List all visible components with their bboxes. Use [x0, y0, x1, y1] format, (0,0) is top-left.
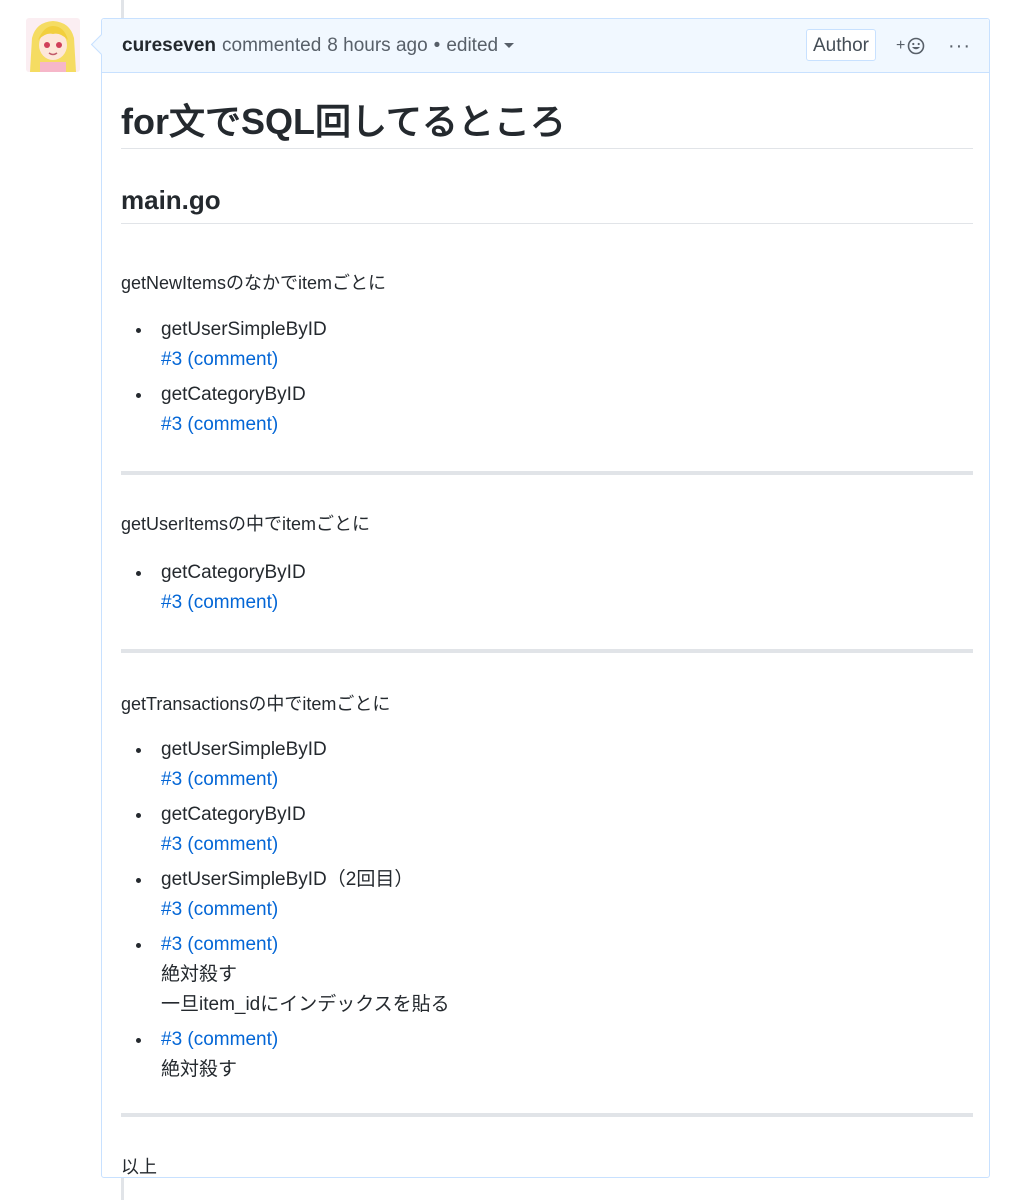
list-item: getCategoryByID #3 (comment)	[121, 380, 327, 440]
comment-header: cureseven commented 8 hours ago • edited…	[102, 19, 989, 73]
avatar-image	[26, 18, 80, 72]
list-item: #3 (comment) 絶対殺す 一旦item_idにインデックスを貼る	[121, 930, 450, 1020]
heading-1-rule	[121, 148, 973, 149]
heading-2: main.go	[121, 185, 221, 215]
edited-dropdown[interactable]: edited	[446, 34, 515, 57]
edited-label: edited	[446, 34, 499, 56]
comment-link[interactable]: #3 (comment)	[161, 410, 327, 440]
list-item-text: getCategoryByID	[161, 804, 306, 825]
smiley-icon	[908, 37, 925, 55]
list-item-text: getUserSimpleByID（2回目）	[161, 869, 414, 890]
section-1-intro: getNewItemsのなかでitemごとに	[121, 273, 387, 293]
list-item: getUserSimpleByID（2回目） #3 (comment)	[121, 865, 450, 925]
list-item: getCategoryByID #3 (comment)	[121, 558, 306, 618]
comment-link[interactable]: #3 (comment)	[161, 830, 450, 860]
avatar[interactable]	[26, 18, 80, 72]
section-2-intro: getUserItemsの中でitemごとに	[121, 514, 371, 534]
list-item-note: 絶対殺す	[161, 1059, 238, 1080]
horizontal-rule	[121, 649, 973, 653]
section-1-list: getUserSimpleByID #3 (comment) getCatego…	[121, 315, 327, 440]
add-reaction-button[interactable]: +	[896, 33, 925, 59]
list-item: getUserSimpleByID #3 (comment)	[121, 315, 327, 375]
list-item: getUserSimpleByID #3 (comment)	[121, 735, 450, 795]
section-3-list: getUserSimpleByID #3 (comment) getCatego…	[121, 735, 450, 1085]
comment-time[interactable]: 8 hours ago	[327, 35, 427, 57]
comment-link[interactable]: #3 (comment)	[161, 930, 450, 960]
list-item-note: 絶対殺す	[161, 964, 238, 985]
heading-2-rule	[121, 223, 973, 224]
comment-link[interactable]: #3 (comment)	[161, 895, 450, 925]
horizontal-rule	[121, 471, 973, 475]
list-item-text: getCategoryByID	[161, 562, 306, 583]
author-badge: Author	[806, 29, 876, 61]
section-3-intro: getTransactionsの中でitemごとに	[121, 694, 391, 714]
list-item-text: getUserSimpleByID	[161, 319, 327, 340]
closing-text: 以上	[121, 1157, 157, 1177]
comment-action: commented	[222, 34, 322, 56]
comment-link[interactable]: #3 (comment)	[161, 588, 306, 618]
list-item-text: getCategoryByID	[161, 384, 306, 405]
header-separator: •	[433, 34, 441, 56]
chevron-down-icon	[504, 43, 515, 48]
comment-link[interactable]: #3 (comment)	[161, 765, 450, 795]
heading-1: for文でSQL回してるところ	[121, 101, 566, 142]
comment-link[interactable]: #3 (comment)	[161, 345, 327, 375]
section-2-list: getCategoryByID #3 (comment)	[121, 558, 306, 618]
reaction-plus: +	[896, 37, 906, 54]
comment-link[interactable]: #3 (comment)	[161, 1025, 450, 1055]
list-item-text: getUserSimpleByID	[161, 739, 327, 760]
author-link[interactable]: cureseven	[122, 35, 216, 57]
timeline-comment: cureseven commented 8 hours ago • edited…	[90, 18, 990, 1178]
list-item: getCategoryByID #3 (comment)	[121, 800, 450, 860]
list-item: #3 (comment) 絶対殺す	[121, 1025, 450, 1085]
horizontal-rule	[121, 1113, 973, 1117]
more-options-button[interactable]: ···	[948, 33, 971, 59]
list-item-note: 一旦item_idにインデックスを貼る	[161, 994, 450, 1015]
